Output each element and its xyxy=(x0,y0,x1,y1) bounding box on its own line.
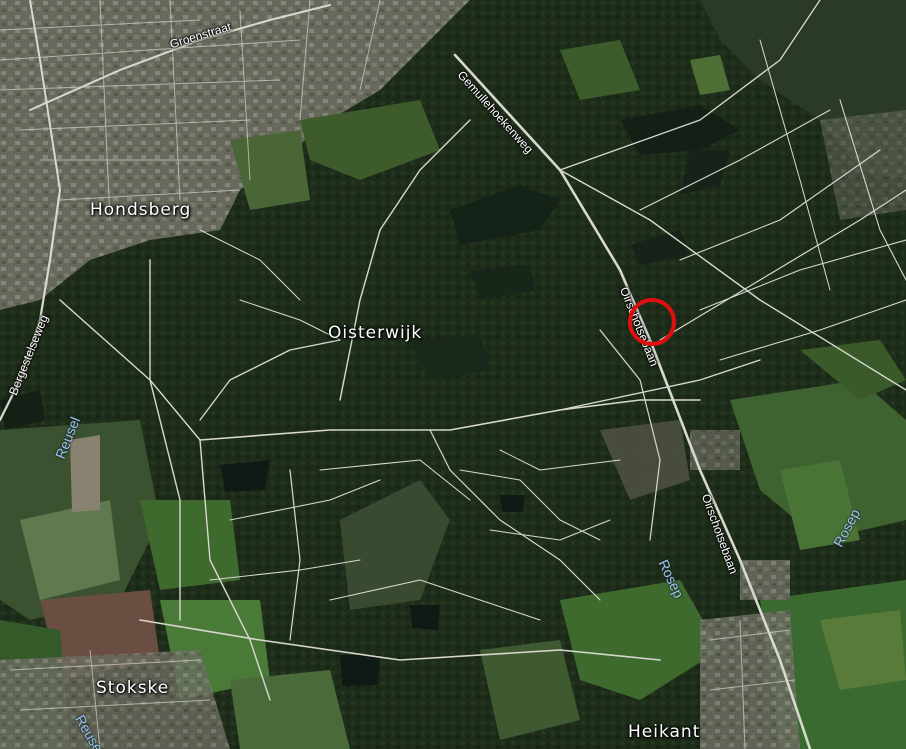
field xyxy=(70,435,100,512)
map-imagery xyxy=(0,0,906,749)
lake xyxy=(500,495,525,512)
lake xyxy=(410,605,440,630)
satellite-map[interactable]: Hondsberg Oisterwijk Stokske Heikant Gro… xyxy=(0,0,906,749)
field xyxy=(230,670,350,749)
lake xyxy=(340,655,380,686)
lake xyxy=(220,460,270,492)
